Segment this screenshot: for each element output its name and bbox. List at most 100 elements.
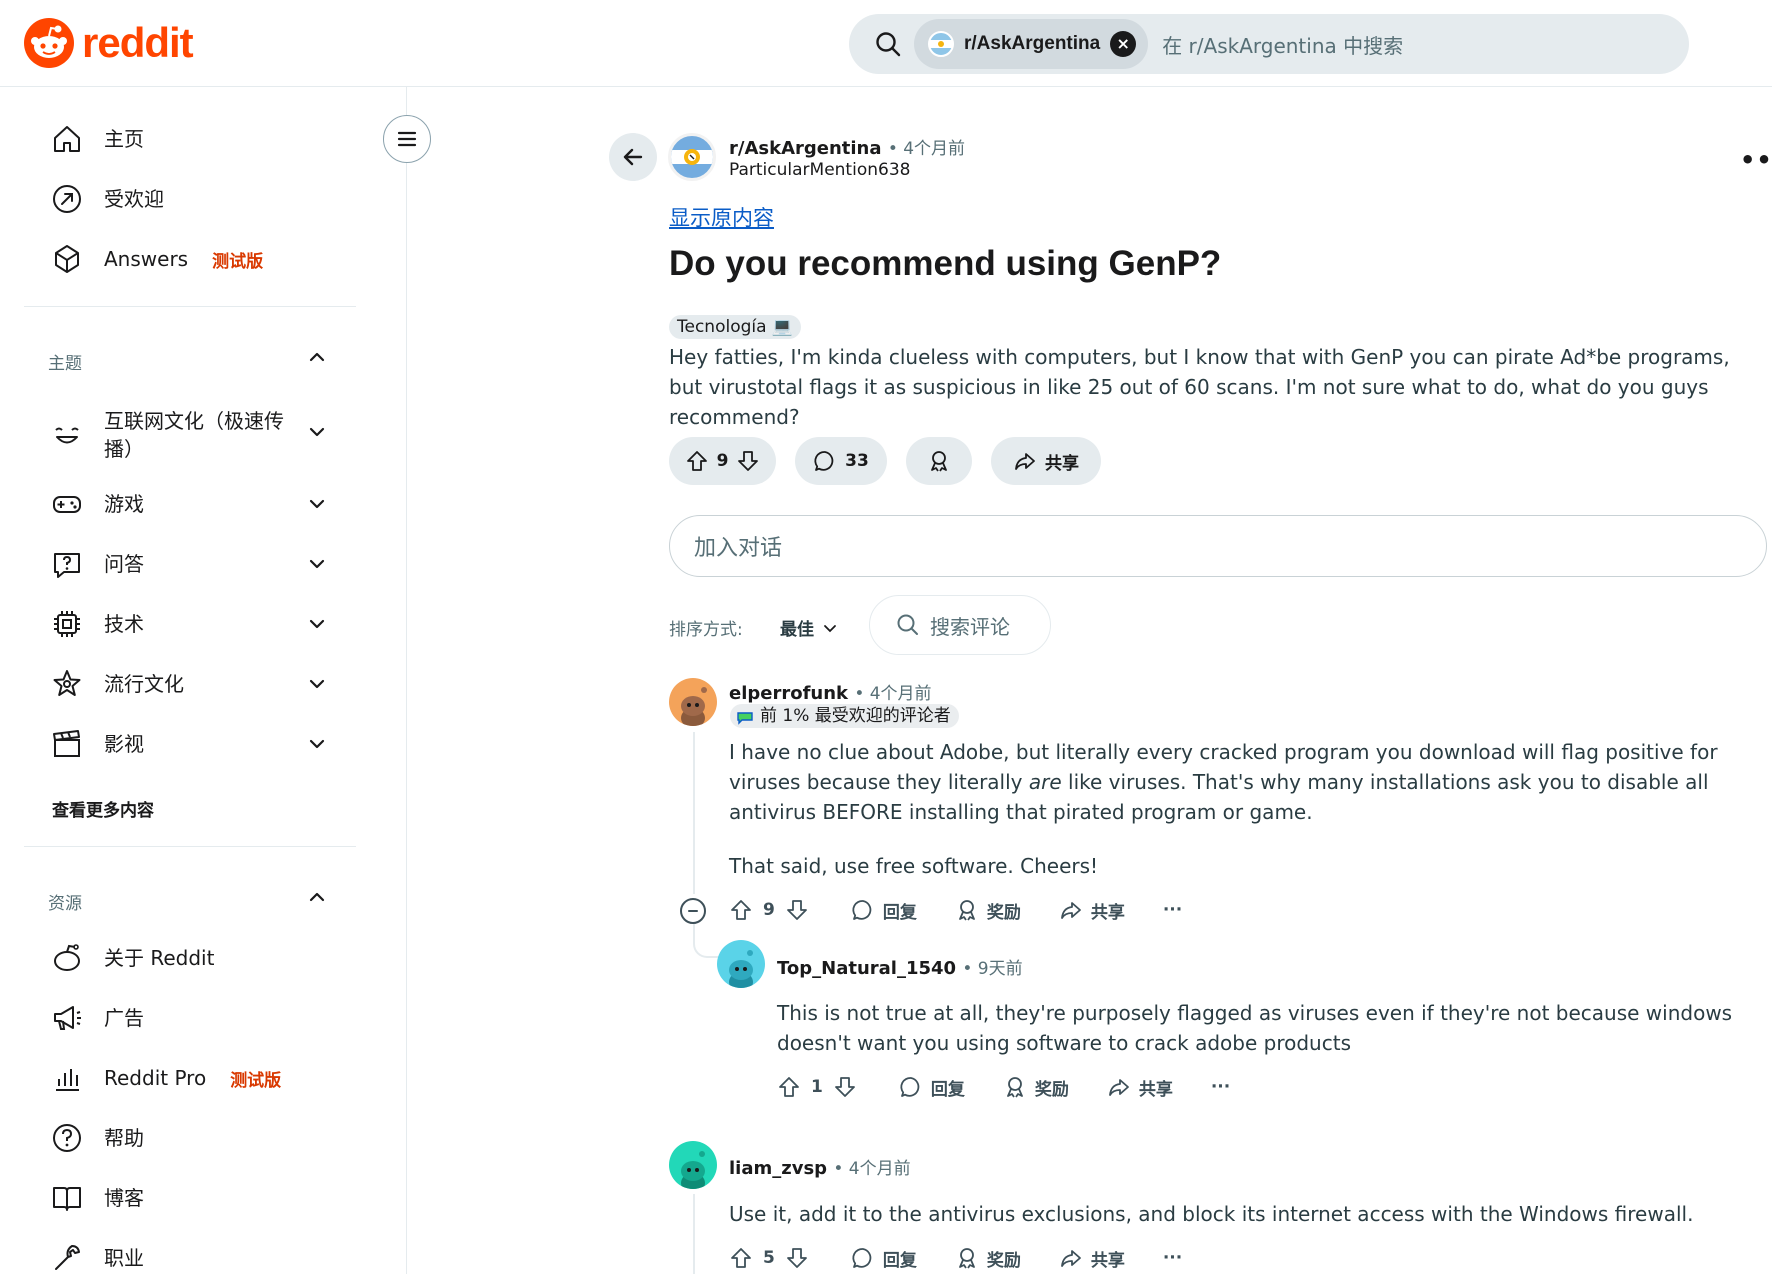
sidebar-item-label: Reddit Pro [104,1066,207,1090]
sort-label: 排序方式: [669,620,743,640]
chevron-down-icon[interactable] [306,733,328,755]
search-bar[interactable]: r/AskArgentina × 在 r/AskArgentina 中搜索 [849,14,1689,74]
reply-button[interactable]: 回复 [899,1075,965,1100]
star-icon [53,670,81,696]
search-comments-input[interactable]: 搜索评论 [869,595,1051,655]
sidebar-item-help[interactable]: 帮助 [50,1110,340,1166]
award-button[interactable]: 奖励 [1003,1075,1069,1100]
reddit-wordmark: reddit [82,19,194,66]
badge-label: 前 1% 最受欢迎的评论者 [760,706,951,726]
share-icon [1060,902,1081,919]
downvote-icon[interactable] [833,1075,857,1099]
chevron-down-icon[interactable] [306,421,328,443]
downvote-icon[interactable] [736,449,760,473]
back-button[interactable] [609,133,657,181]
post-overflow-menu[interactable]: ••• [1740,146,1772,174]
award-label: 奖励 [986,1250,1021,1271]
thread-line[interactable] [693,1194,695,1274]
sidebar-item-movies-tv[interactable]: 影视 [50,716,340,772]
share-button[interactable]: 共享 [1059,1246,1125,1271]
downvote-icon[interactable] [785,898,809,922]
join-conversation-input[interactable]: 加入对话 [669,515,1767,577]
upvote-icon[interactable] [729,898,753,922]
award-icon [931,451,947,472]
sidebar-item-answers[interactable]: Answers 测试版 [50,231,340,287]
comment-username[interactable]: elperrofunk [729,683,848,704]
sidebar-item-about-reddit[interactable]: 关于 Reddit [50,930,340,986]
sidebar-item-popular[interactable]: 受欢迎 [50,171,340,227]
sidebar-item-label: 受欢迎 [104,187,164,211]
comment-author[interactable]: Top_Natural_1540 • 9天前 [777,954,1023,979]
sidebar-item-advertise[interactable]: 广告 [50,990,340,1046]
upvote-icon[interactable] [729,1246,753,1270]
sidebar-item-blog[interactable]: 博客 [50,1170,340,1226]
sidebar-item-label: 帮助 [104,1126,144,1150]
subreddit-avatar[interactable] [668,133,716,181]
book-icon [53,1187,81,1211]
collapse-thread-button[interactable] [680,898,706,924]
show-original-link[interactable]: 显示原内容 [669,202,774,232]
avatar[interactable] [669,678,717,726]
comment-vote-count: 1 [811,1077,823,1097]
award-button[interactable]: 奖励 [955,1246,1021,1271]
share-icon [1060,1250,1081,1267]
thread-line[interactable] [693,732,695,894]
upvote-icon[interactable] [685,449,709,473]
award-button[interactable]: 奖励 [955,898,1021,923]
comment-emphasis: are [1028,770,1062,794]
comment-author[interactable]: elperrofunk • 4个月前 [729,679,932,704]
post-flair[interactable]: Tecnología 💻 [669,315,802,339]
subreddit-link[interactable]: r/AskArgentina [729,138,882,159]
remove-chip-button[interactable]: × [1110,31,1137,57]
chevron-down-icon[interactable] [306,673,328,695]
post-subreddit-name[interactable]: r/AskArgentina • 4个月前 [729,134,965,159]
search-input[interactable]: 在 r/AskArgentina 中搜索 [1162,30,1403,59]
comment-overflow-menu[interactable]: ··· [1211,1077,1230,1097]
sidebar-item-qa[interactable]: 问答 [50,536,340,592]
sidebar-item-home[interactable]: 主页 [50,111,340,167]
sidebar-item-label: 关于 Reddit [104,946,215,970]
chevron-down-icon[interactable] [306,613,328,635]
comment-author[interactable]: liam_zvsp • 4个月前 [729,1154,911,1179]
post-share-button[interactable]: 共享 [991,437,1101,485]
see-more-link[interactable]: 查看更多内容 [52,796,154,821]
post-award-button[interactable] [906,437,972,485]
sidebar-item-reddit-pro[interactable]: Reddit Pro 测试版 [50,1050,340,1106]
comment-username[interactable]: liam_zvsp [729,1158,827,1179]
sidebar-item-label: 主页 [104,127,144,151]
share-button[interactable]: 共享 [1059,898,1125,923]
avatar[interactable] [717,940,765,988]
share-button[interactable]: 共享 [1107,1075,1173,1100]
award-icon [1006,1077,1023,1098]
comment-time: • 9天前 [962,959,1023,979]
collapse-sidebar-button[interactable] [383,115,431,163]
reply-button[interactable]: 回复 [851,1246,917,1271]
sidebar-item-gaming[interactable]: 游戏 [50,476,340,532]
beta-badge: 测试版 [230,1070,282,1091]
downvote-icon[interactable] [785,1246,809,1270]
chevron-up-icon[interactable] [306,346,328,368]
comment-overflow-menu[interactable]: ··· [1163,1248,1182,1268]
home-icon [54,126,80,152]
comment-username[interactable]: Top_Natural_1540 [777,958,956,979]
subreddit-chip-label: r/AskArgentina [964,33,1101,54]
sidebar-item-careers[interactable]: 职业 [50,1230,340,1286]
avatar[interactable] [669,1141,717,1189]
sidebar-item-internet-culture[interactable]: 互联网文化（极速传播） [50,402,340,468]
share-icon [1015,453,1035,470]
post-author[interactable]: ParticularMention638 [729,160,910,180]
post-comments-button[interactable]: 33 [795,437,887,485]
gamepad-icon [53,496,81,513]
sidebar-divider [24,306,356,307]
reddit-logo[interactable]: reddit [24,18,194,68]
sort-dropdown[interactable]: 最佳 [780,615,838,640]
comment-overflow-menu[interactable]: ··· [1163,900,1182,920]
chevron-up-icon[interactable] [306,886,328,908]
chevron-down-icon[interactable] [306,553,328,575]
chevron-down-icon[interactable] [306,493,328,515]
upvote-icon[interactable] [777,1075,801,1099]
sidebar-item-pop-culture[interactable]: 流行文化 [50,656,340,712]
sidebar-item-technology[interactable]: 技术 [50,596,340,652]
search-icon [876,32,901,57]
reply-button[interactable]: 回复 [851,898,917,923]
